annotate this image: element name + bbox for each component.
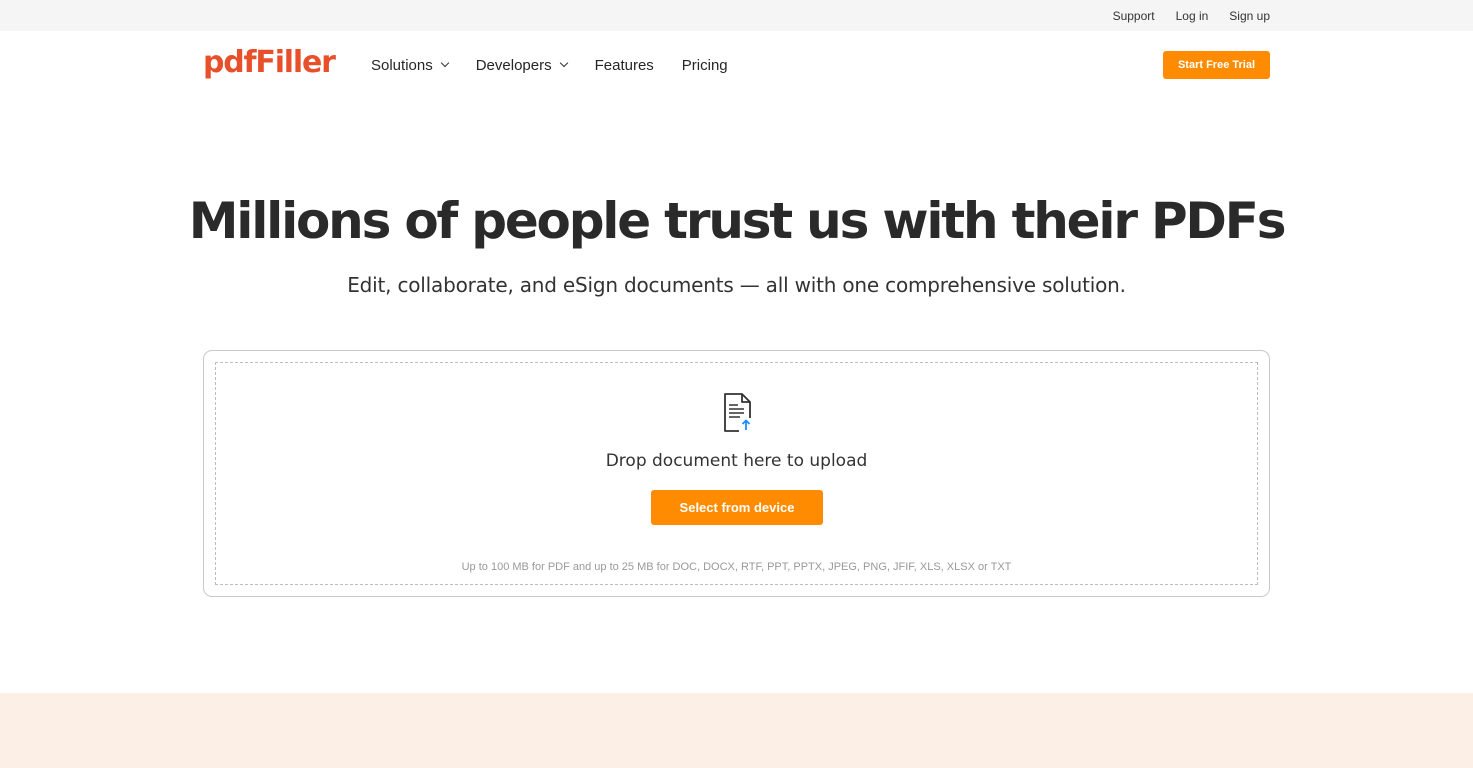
chevron-down-icon <box>440 58 449 68</box>
hero-title: Millions of people trust us with their P… <box>188 192 1287 250</box>
login-link[interactable]: Log in <box>1176 9 1209 23</box>
nav-pricing-label: Pricing <box>681 56 728 74</box>
utility-links: Support Log in Sign up <box>1113 0 1270 31</box>
upload-dropzone[interactable]: Drop document here to upload Select from… <box>215 362 1258 585</box>
start-free-trial-button[interactable]: Start Free Trial <box>1163 51 1270 79</box>
support-link[interactable]: Support <box>1113 9 1155 23</box>
nav-developers[interactable]: Developers <box>475 56 568 74</box>
nav-developers-label: Developers <box>475 56 552 74</box>
utility-bar: Support Log in Sign up <box>0 0 1473 31</box>
nav-pricing[interactable]: Pricing <box>682 57 728 74</box>
nav-features-label: Features <box>594 56 654 74</box>
select-from-device-button[interactable]: Select from device <box>651 490 823 525</box>
file-size-note: Up to 100 MB for PDF and up to 25 MB for… <box>461 561 1012 573</box>
hero-subtitle: Edit, collaborate, and eSign documents —… <box>347 273 1126 297</box>
upload-panel: Drop document here to upload Select from… <box>203 350 1270 597</box>
nav-solutions-label: Solutions <box>371 56 433 74</box>
pdffiller-logo[interactable]: pdfFiller <box>203 45 336 81</box>
nav-features[interactable]: Features <box>595 57 654 74</box>
document-upload-icon <box>724 393 753 432</box>
drop-document-text: Drop document here to upload <box>605 451 868 471</box>
chevron-down-icon <box>559 58 568 68</box>
page: Support Log in Sign up pdfFiller Solutio… <box>0 0 1473 768</box>
main-header: pdfFiller Solutions Developers Features … <box>0 31 1473 99</box>
nav-solutions[interactable]: Solutions <box>371 56 449 74</box>
bottom-section-band <box>0 693 1473 768</box>
main-nav: Solutions Developers Features Pricing <box>371 31 728 99</box>
signup-link[interactable]: Sign up <box>1229 9 1270 23</box>
